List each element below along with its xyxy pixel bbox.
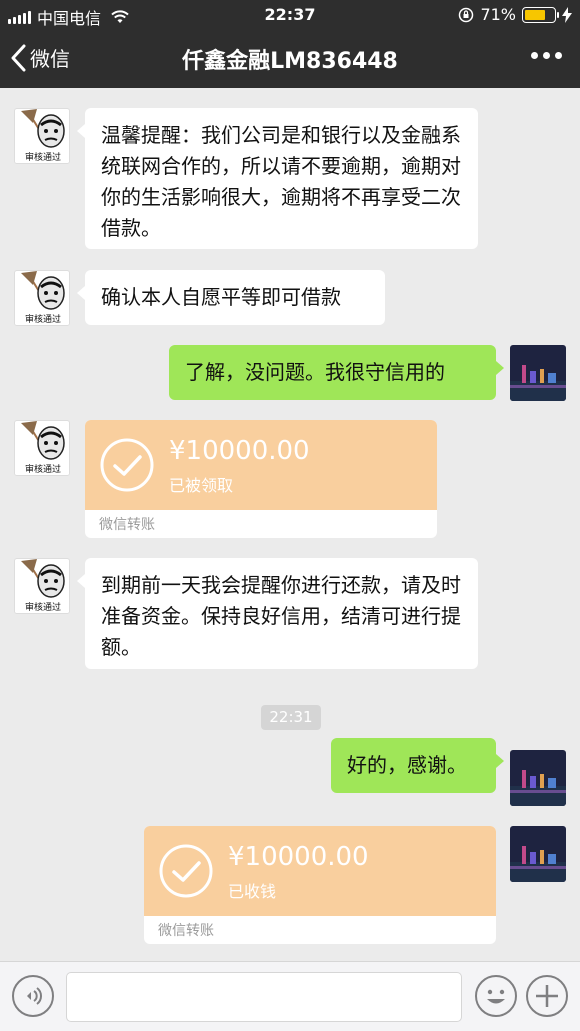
self-avatar[interactable]	[510, 750, 566, 806]
self-avatar[interactable]	[510, 345, 566, 401]
message-text: 了解，没问题。我很守信用的	[185, 360, 445, 384]
nav-bar: 微信 仟鑫金融LM836448	[0, 30, 580, 88]
check-circle-icon	[100, 438, 154, 492]
message-text: 温馨提醒：我们公司是和银行以及金融系统联网合作的，所以请不要逾期，逾期对你的生活…	[101, 123, 461, 240]
chat-area[interactable]: 审核通过 温馨提醒：我们公司是和银行以及金融系统联网合作的，所以请不要逾期，逾期…	[0, 88, 580, 961]
avatar-caption: 审核通过	[15, 312, 69, 325]
message-text: 到期前一天我会提醒你进行还款，请及时准备资金。保持良好信用，结清可进行提额。	[101, 573, 461, 659]
transfer-amount: ¥10000.00	[228, 842, 369, 872]
message-bubble[interactable]: 到期前一天我会提醒你进行还款，请及时准备资金。保持良好信用，结清可进行提额。	[77, 558, 478, 669]
transfer-status: 已被领取	[169, 476, 234, 495]
message-bubble-self[interactable]: 了解，没问题。我很守信用的	[169, 345, 504, 400]
avatar-caption: 审核通过	[15, 462, 69, 475]
battery-percent: 71%	[480, 5, 516, 24]
voice-button[interactable]	[12, 975, 54, 1017]
input-bar	[0, 961, 580, 1031]
battery-icon	[522, 6, 559, 23]
back-button[interactable]: 微信	[10, 43, 70, 72]
message-bubble[interactable]: 温馨提醒：我们公司是和银行以及金融系统联网合作的，所以请不要逾期，逾期对你的生活…	[77, 108, 478, 249]
message-bubble-self[interactable]: 好的，感谢。	[331, 738, 504, 793]
charging-bolt-icon	[562, 6, 572, 23]
more-button[interactable]	[531, 52, 562, 59]
battery-level	[525, 9, 545, 20]
transfer-status: 已收钱	[228, 882, 277, 901]
transfer-card[interactable]: ¥10000.00 已被领取 微信转账	[85, 420, 437, 538]
self-avatar[interactable]	[510, 826, 566, 882]
emoji-icon	[487, 989, 505, 1004]
transfer-amount: ¥10000.00	[169, 436, 310, 466]
chat-title: 仟鑫金融LM836448	[182, 49, 398, 74]
orientation-lock-icon	[459, 7, 474, 22]
voice-icon	[27, 987, 42, 1005]
chevron-left-icon	[11, 44, 26, 71]
emoji-button[interactable]	[475, 975, 517, 1017]
avatar-caption: 审核通过	[15, 600, 69, 613]
transfer-card-self[interactable]: ¥10000.00 已收钱 微信转账	[144, 826, 496, 944]
message-input[interactable]	[66, 972, 462, 1022]
plus-button[interactable]	[526, 975, 568, 1017]
check-circle-icon	[159, 844, 213, 898]
timestamp: 22:31	[261, 705, 321, 730]
transfer-label: 微信转账	[158, 923, 214, 939]
message-bubble[interactable]: 确认本人自愿平等即可借款	[77, 270, 385, 325]
transfer-label: 微信转账	[99, 517, 155, 533]
avatar-caption: 审核通过	[15, 150, 69, 163]
contact-avatar[interactable]: 审核通过	[14, 270, 70, 326]
more-icon	[531, 52, 538, 59]
plus-icon	[536, 985, 558, 1007]
contact-avatar[interactable]: 审核通过	[14, 558, 70, 614]
message-text: 好的，感谢。	[347, 753, 467, 777]
back-label: 微信	[30, 47, 70, 71]
contact-avatar[interactable]: 审核通过	[14, 420, 70, 476]
contact-avatar[interactable]: 审核通过	[14, 108, 70, 164]
message-text: 确认本人自愿平等即可借款	[101, 285, 341, 309]
status-bar: 中国电信 22:37 71%	[0, 0, 580, 30]
status-right: 71%	[458, 5, 572, 24]
